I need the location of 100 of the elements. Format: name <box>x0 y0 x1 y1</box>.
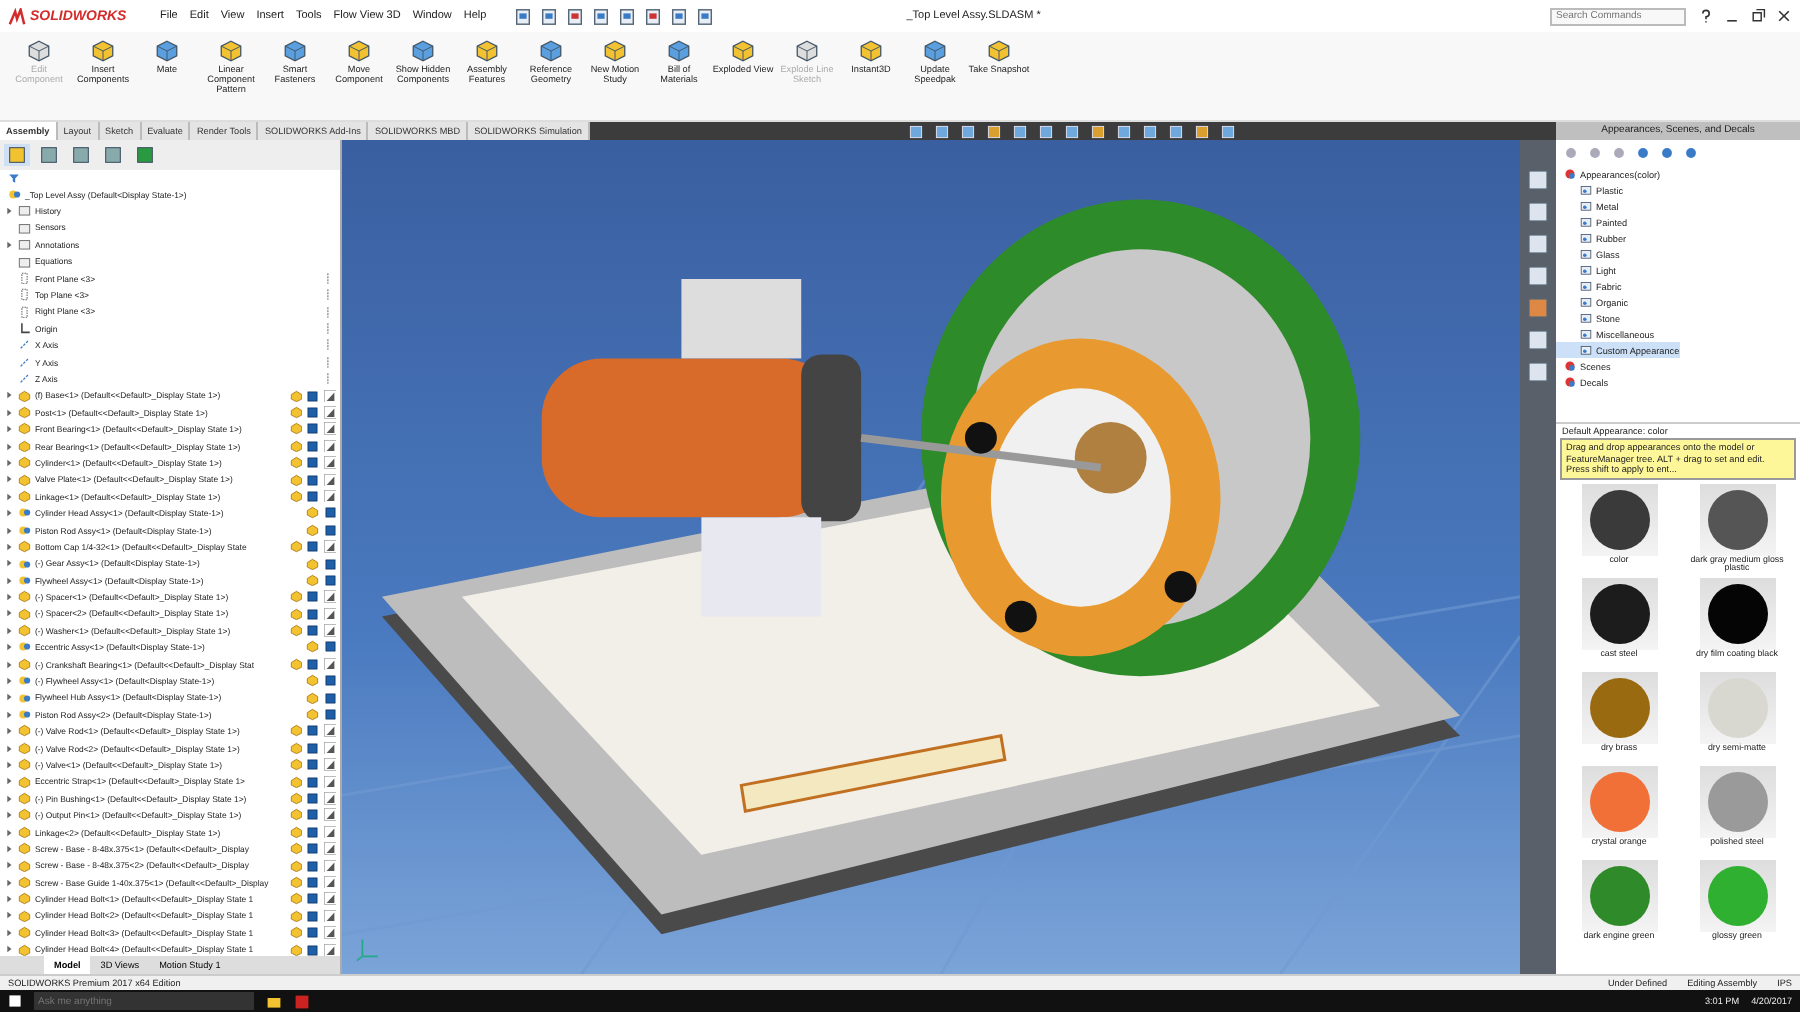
color-square-icon <box>306 741 319 755</box>
panel-tab-icon[interactable] <box>100 144 126 166</box>
cube-icon <box>26 38 52 64</box>
triangle-icon <box>323 540 336 554</box>
caret-icon[interactable] <box>4 776 14 787</box>
caret-icon[interactable] <box>4 743 14 754</box>
caret-icon[interactable] <box>4 508 14 519</box>
triangle-icon <box>323 775 336 789</box>
task-pane-tab-icon[interactable] <box>1526 232 1550 256</box>
folder-icon <box>1580 248 1592 260</box>
triangle-icon <box>323 607 336 621</box>
caret-icon[interactable] <box>4 592 14 603</box>
triangle-icon <box>323 741 336 755</box>
cube-icon <box>602 38 628 64</box>
caret-icon[interactable] <box>4 390 14 401</box>
caret-icon[interactable] <box>4 525 14 535</box>
triangle-icon <box>323 792 336 805</box>
caret-icon[interactable] <box>4 860 14 871</box>
caret-icon[interactable] <box>4 843 14 854</box>
triangle-icon <box>323 808 336 822</box>
panel-tab-icon[interactable] <box>36 144 62 166</box>
caret-icon[interactable] <box>4 793 14 804</box>
color-square-icon <box>306 792 319 805</box>
assembly-icon <box>8 187 21 201</box>
caret-icon[interactable] <box>4 659 14 670</box>
triangle-icon <box>323 624 336 638</box>
caret-icon[interactable] <box>4 407 14 418</box>
caret-icon[interactable] <box>4 457 14 468</box>
start-icon[interactable] <box>8 994 22 1008</box>
color-square-icon <box>306 389 319 403</box>
caret-icon[interactable] <box>4 541 14 552</box>
panel-tab-icon[interactable] <box>132 144 158 166</box>
color-square-icon <box>323 523 336 537</box>
help-icon[interactable] <box>1698 8 1714 24</box>
cube-icon <box>986 38 1012 64</box>
caret-icon[interactable] <box>4 491 14 502</box>
color-square-icon <box>306 892 319 906</box>
folder-icon[interactable] <box>266 993 282 1009</box>
color-square-icon <box>306 624 319 638</box>
caret-icon[interactable] <box>4 726 14 737</box>
caret-icon[interactable] <box>4 692 14 703</box>
caret-icon[interactable] <box>4 558 14 569</box>
cube-icon <box>410 38 436 64</box>
triangle-icon <box>323 926 336 940</box>
folder-icon <box>1580 312 1592 324</box>
color-square-icon <box>306 842 319 856</box>
part-icon <box>18 657 31 671</box>
triangle-icon <box>323 758 336 772</box>
task-pane-tab-icon[interactable] <box>1526 360 1550 384</box>
caret-icon[interactable] <box>4 676 14 687</box>
caret-icon[interactable] <box>4 424 14 435</box>
caret-icon[interactable] <box>4 827 14 838</box>
close-icon[interactable] <box>1776 8 1792 24</box>
cube-icon <box>794 38 820 64</box>
caret-icon[interactable] <box>4 474 14 485</box>
panel-tab-icon[interactable] <box>68 144 94 166</box>
caret-icon[interactable] <box>4 608 14 619</box>
triangle-icon <box>323 389 336 403</box>
cube-icon <box>90 38 116 64</box>
panel-tab-icon[interactable] <box>4 144 30 166</box>
folder-icon <box>1580 200 1592 212</box>
cube-icon <box>154 38 180 64</box>
color-square-icon <box>306 590 319 604</box>
caret-icon[interactable] <box>4 910 14 921</box>
assembly-icon <box>18 640 31 654</box>
caret-icon[interactable] <box>4 625 14 636</box>
cube-icon <box>346 38 372 64</box>
folder-icon <box>1580 264 1592 276</box>
caret-icon[interactable] <box>4 894 14 905</box>
task-pane-tab-icon[interactable] <box>1526 264 1550 288</box>
task-pane-tab-icon[interactable] <box>1526 328 1550 352</box>
restore-icon[interactable] <box>1750 8 1766 24</box>
folder-icon <box>1580 232 1592 244</box>
cube-icon <box>666 38 692 64</box>
color-square-icon <box>306 808 319 822</box>
cube-icon <box>730 38 756 64</box>
caret-icon[interactable] <box>4 441 14 452</box>
caret-icon[interactable] <box>4 206 14 217</box>
task-pane-tab-icon[interactable] <box>1526 168 1550 192</box>
color-square-icon <box>306 758 319 772</box>
caret-icon[interactable] <box>4 575 14 586</box>
task-pane-tab-icon[interactable] <box>1526 200 1550 224</box>
cube-icon <box>218 38 244 64</box>
triangle-icon <box>323 590 336 604</box>
folder-icon <box>1580 184 1592 196</box>
caret-icon[interactable] <box>4 759 14 770</box>
cube-icon <box>474 38 500 64</box>
app-icon[interactable] <box>294 993 310 1009</box>
color-square-icon <box>306 825 319 839</box>
caret-icon[interactable] <box>4 810 14 821</box>
caret-icon[interactable] <box>4 642 14 653</box>
caret-icon[interactable] <box>4 877 14 888</box>
caret-icon[interactable] <box>4 944 14 955</box>
triangle-icon <box>323 657 336 671</box>
triangle-icon <box>323 439 336 453</box>
color-square-icon <box>306 540 319 554</box>
color-square-icon <box>306 909 319 923</box>
caret-icon[interactable] <box>4 927 14 938</box>
caret-icon[interactable] <box>4 709 14 720</box>
caret-icon[interactable] <box>4 239 14 250</box>
